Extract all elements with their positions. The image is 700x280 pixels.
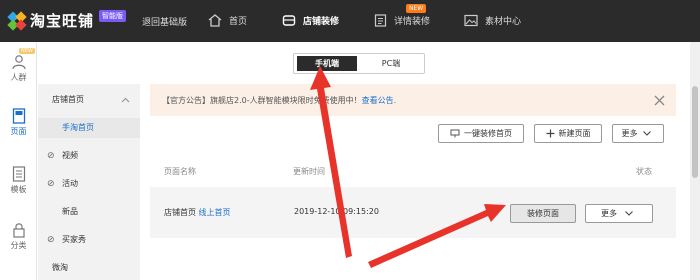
sidebar-item-weitao[interactable]: 微淘 bbox=[38, 258, 140, 278]
chevron-down-icon bbox=[642, 131, 651, 136]
announcement-text-row: 【官方公告】旗舰店2.0-人群智能模块限时免费使用中！查看公告. bbox=[162, 95, 396, 106]
edition-badge: 智能版 bbox=[99, 10, 127, 22]
col-page-name: 页面名称 bbox=[164, 167, 196, 176]
row-page-name: 店铺首页 线上首页 bbox=[164, 207, 231, 218]
new-page-label: 新建页面 bbox=[558, 129, 591, 138]
rail-page-label: 页面 bbox=[10, 127, 27, 136]
page-icon bbox=[12, 108, 25, 124]
nav-material-center[interactable]: 素材中心 bbox=[464, 14, 521, 27]
sidebar-new-label: 新品 bbox=[62, 207, 78, 216]
close-icon[interactable] bbox=[654, 95, 665, 106]
rail-crowd-label: 人群 bbox=[10, 73, 27, 82]
back-to-basic-link[interactable]: 退回基础版 bbox=[142, 15, 187, 28]
sidebar-item-buyer-show[interactable]: ⊘ 买家秀 bbox=[38, 230, 140, 250]
scrollbar-thumb[interactable] bbox=[692, 86, 698, 178]
row-status-link[interactable]: 线上首页 bbox=[199, 208, 231, 217]
col-status: 状态 bbox=[636, 167, 652, 176]
sidebar-store-home-label: 店铺首页 bbox=[52, 95, 84, 104]
sidebar-mobile-home-label: 手淘首页 bbox=[62, 123, 94, 132]
person-icon bbox=[11, 55, 26, 70]
sidebar-item-store-home[interactable]: 店铺首页 bbox=[38, 90, 140, 110]
new-page-button[interactable]: 新建页面 bbox=[534, 124, 602, 143]
rail-template-label: 模板 bbox=[10, 185, 27, 194]
image-icon bbox=[464, 14, 478, 27]
chevron-up-icon[interactable] bbox=[121, 97, 130, 103]
mobile-tab[interactable]: 手机端 bbox=[297, 56, 357, 71]
row-page-name-text: 店铺首页 bbox=[164, 208, 196, 217]
row-updated-time: 2019-12-10 09:15:20 bbox=[294, 207, 379, 216]
sidebar-item-mobile-home[interactable]: 手淘首页 bbox=[38, 118, 140, 138]
row-more-label: 更多 bbox=[601, 209, 617, 218]
table-header: 页面名称 更新时间 状态 bbox=[150, 162, 676, 184]
nav-detail-label: 详情装修 bbox=[394, 17, 431, 27]
rail-item-crowd[interactable]: NEW 人群 bbox=[0, 46, 37, 83]
eye-off-icon: ⊘ bbox=[47, 235, 55, 245]
more-actions-button[interactable]: 更多 bbox=[612, 124, 664, 143]
left-rail: NEW 人群 页面 模板 分类 bbox=[0, 42, 37, 280]
eye-off-icon: ⊘ bbox=[47, 179, 55, 189]
nav-store-decoration[interactable]: 店铺装修 bbox=[282, 14, 339, 27]
lock-icon bbox=[12, 223, 25, 238]
announcement-link[interactable]: 查看公告. bbox=[362, 96, 397, 105]
sidebar-item-activity[interactable]: ⊘ 活动 bbox=[38, 174, 140, 194]
device-toggle: 手机端 PC端 bbox=[293, 53, 425, 74]
sidebar-item-video[interactable]: ⊘ 视频 bbox=[38, 146, 140, 166]
sidebar-activity-label: 活动 bbox=[62, 179, 78, 188]
plus-icon bbox=[546, 129, 554, 138]
decorate-page-label: 装修页面 bbox=[527, 209, 559, 218]
more-actions-label: 更多 bbox=[621, 129, 638, 138]
announcement-banner: 【官方公告】旗舰店2.0-人群智能模块限时免费使用中！查看公告. bbox=[150, 84, 676, 116]
announcement-text: 【官方公告】旗舰店2.0-人群智能模块限时免费使用中！ bbox=[162, 96, 362, 105]
sidebar-item-new-products[interactable]: 新品 bbox=[38, 202, 140, 222]
rail-new-badge: NEW bbox=[19, 48, 35, 54]
sidebar-video-label: 视频 bbox=[62, 151, 78, 160]
rail-category-label: 分类 bbox=[10, 241, 27, 250]
scrollbar[interactable] bbox=[690, 42, 700, 280]
page-sidebar: 店铺首页 手淘首页 ⊘ 视频 ⊘ 活动 新品 ⊘ 买家秀 微淘 bbox=[38, 84, 140, 280]
top-bar: 淘宝旺铺 智能版 退回基础版 首页 店铺装修 详情装修 NEW 素材中心 bbox=[0, 0, 700, 42]
rail-item-template[interactable]: 模板 bbox=[0, 166, 37, 195]
rail-item-category[interactable]: 分类 bbox=[0, 222, 37, 251]
home-icon bbox=[208, 14, 222, 27]
sidebar-buyer-show-label: 买家秀 bbox=[62, 235, 86, 244]
pc-tab[interactable]: PC端 bbox=[360, 56, 422, 71]
row-more-button[interactable]: 更多 bbox=[585, 204, 653, 223]
one-click-label: 一键装修首页 bbox=[464, 129, 512, 138]
one-click-decorate-button[interactable]: 一键装修首页 bbox=[438, 124, 524, 143]
col-updated: 更新时间 bbox=[293, 167, 325, 176]
nav-detail-decoration[interactable]: 详情装修 bbox=[374, 14, 430, 27]
brand-logo[interactable]: 淘宝旺铺 智能版 bbox=[7, 10, 127, 31]
nav-home-label: 首页 bbox=[229, 17, 248, 27]
new-badge: NEW bbox=[406, 4, 427, 13]
eye-off-icon: ⊘ bbox=[47, 151, 55, 161]
taobao-logo-icon bbox=[7, 10, 27, 31]
chevron-down-icon bbox=[625, 211, 633, 216]
decorate-page-button[interactable]: 装修页面 bbox=[510, 204, 576, 223]
nav-material-label: 素材中心 bbox=[485, 17, 522, 27]
template-icon bbox=[12, 166, 25, 182]
nav-store-label: 店铺装修 bbox=[303, 17, 340, 27]
monitor-icon bbox=[450, 129, 460, 138]
detail-icon bbox=[374, 14, 387, 27]
store-icon bbox=[282, 15, 296, 26]
rail-item-page[interactable]: 页面 bbox=[0, 108, 37, 137]
brand-title: 淘宝旺铺 bbox=[30, 12, 95, 30]
sidebar-weitao-label: 微淘 bbox=[52, 263, 68, 272]
nav-home[interactable]: 首页 bbox=[208, 14, 247, 27]
